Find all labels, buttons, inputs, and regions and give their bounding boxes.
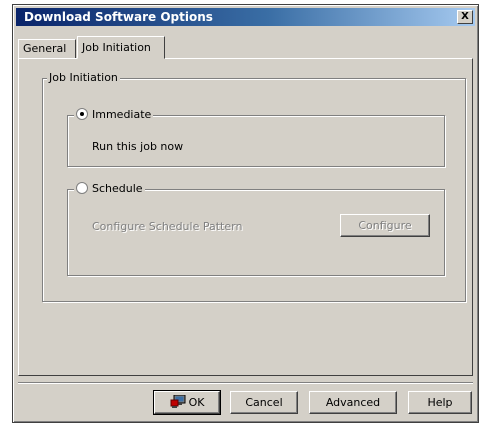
close-button[interactable]: X: [457, 10, 473, 24]
help-button-label: Help: [427, 396, 453, 409]
cancel-button-label: Cancel: [245, 396, 283, 409]
schedule-description: Configure Schedule Pattern: [92, 220, 243, 233]
immediate-radio[interactable]: Immediate: [74, 108, 154, 122]
tab-job-initiation[interactable]: Job Initiation: [77, 36, 165, 59]
ok-button[interactable]: OK: [153, 390, 221, 415]
immediate-radio-label: Immediate: [92, 108, 152, 121]
configure-button[interactable]: Configure: [340, 214, 430, 237]
dialog-window: Download Software Options X General Job …: [12, 4, 479, 423]
job-initiation-group: Job Initiation Immediate Run this job no…: [42, 71, 466, 302]
configure-button-label: Configure: [358, 219, 412, 232]
advanced-button[interactable]: Advanced: [309, 391, 397, 414]
schedule-radio-label: Schedule: [92, 182, 143, 195]
job-initiation-group-title: Job Initiation: [47, 71, 120, 85]
button-separator: [18, 382, 473, 384]
cancel-button[interactable]: Cancel: [230, 391, 298, 414]
computer-network-icon: [170, 395, 186, 408]
tab-panel: Job Initiation Immediate Run this job no…: [18, 58, 473, 376]
ok-button-label: OK: [188, 396, 205, 409]
schedule-radio-icon[interactable]: [76, 182, 88, 194]
immediate-radio-icon[interactable]: [76, 108, 88, 120]
tab-job-initiation-label: Job Initiation: [82, 41, 151, 54]
help-button[interactable]: Help: [408, 391, 472, 414]
close-icon: X: [461, 11, 469, 22]
title-bar[interactable]: Download Software Options X: [16, 8, 475, 26]
window-title: Download Software Options: [24, 10, 213, 24]
immediate-description: Run this job now: [92, 140, 184, 153]
tab-general[interactable]: General: [18, 39, 76, 58]
tab-general-label: General: [23, 42, 67, 55]
advanced-button-label: Advanced: [325, 396, 381, 409]
schedule-group: Schedule Configure Schedule Pattern Conf…: [67, 182, 445, 276]
immediate-group: Immediate Run this job now: [67, 108, 445, 167]
schedule-radio[interactable]: Schedule: [74, 182, 145, 196]
